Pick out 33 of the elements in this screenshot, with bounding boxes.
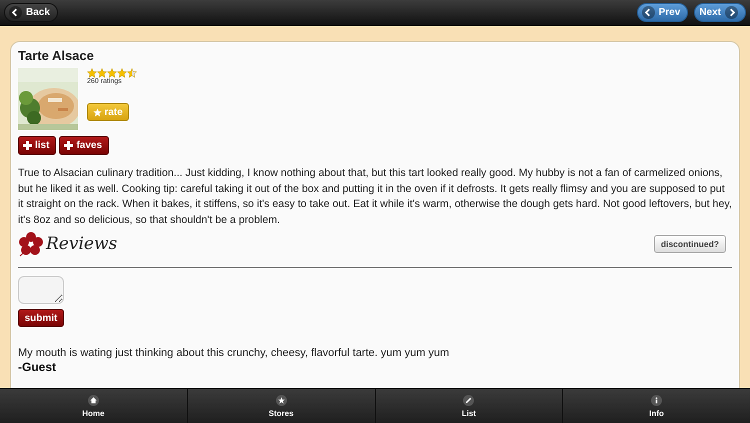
back-button[interactable]: Back [4, 3, 58, 22]
next-button[interactable]: Next [694, 3, 746, 22]
plus-icon [23, 141, 32, 150]
hibiscus-icon [18, 231, 44, 257]
prev-button[interactable]: Prev [636, 3, 688, 22]
chevron-left-icon [9, 6, 22, 19]
info-icon [651, 394, 662, 406]
star-icon [117, 68, 127, 78]
star-icon [107, 68, 117, 78]
chevron-left-icon [642, 6, 655, 19]
pencil-icon [463, 394, 474, 406]
plus-icon [64, 141, 74, 150]
star-icon [276, 394, 287, 406]
reviews-heading: Reviews [46, 234, 118, 254]
review-input[interactable] [18, 276, 64, 304]
discontinued-button[interactable]: discontinued? [654, 235, 726, 253]
add-to-faves-button[interactable]: faves [59, 136, 110, 155]
home-icon [88, 394, 99, 406]
star-icon [127, 68, 137, 78]
tab-bar-item[interactable]: List [374, 389, 562, 423]
review-author: -Guest [18, 360, 58, 374]
product-description: True to Alsacian culinary tradition... Just kidding, I know nothing about that, but this tart looked really good. My hubby is not a fan of carmelized onions, but he liked it as well. Cooking tip: careful taking it out of the box and putting it in the oven if it defrosts. It gets really flimsy and you are supposed to put it straight on the rack. When it bakes, it stiffens, so it's easy to take out. Eat it while it's warm, otherwise the dough gets hard. Not good leftovers, but hey, it's 8oz and so delicious, so that shouldn't be a problem. [18, 166, 732, 228]
product-title: Tarte Alsace [18, 48, 95, 63]
tab-bar-item[interactable]: Home [0, 389, 187, 423]
tab-bar-item[interactable]: Info [562, 389, 750, 423]
add-to-list-button[interactable]: list [18, 136, 56, 155]
chevron-right-icon [725, 6, 738, 19]
star-icon [87, 68, 97, 78]
review-text: My mouth is wating just thinking about this crunchy, cheesy, flavorful tarte. yum yum yum [18, 346, 450, 360]
submit-button[interactable]: submit [18, 309, 64, 327]
star-icon [97, 68, 107, 78]
tab-bar-item[interactable]: Stores [186, 389, 374, 423]
star-icon [93, 108, 102, 116]
